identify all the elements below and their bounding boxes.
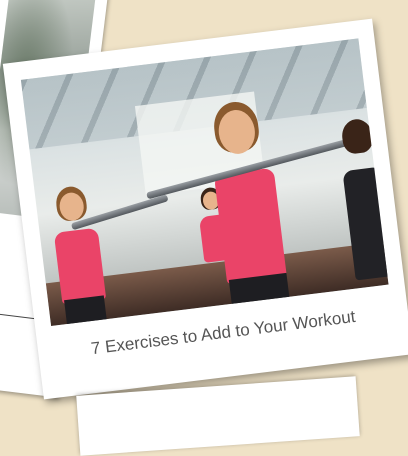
- article-photo: [20, 38, 389, 326]
- article-card[interactable]: 7 Exercises to Add to Your Workout: [2, 18, 408, 400]
